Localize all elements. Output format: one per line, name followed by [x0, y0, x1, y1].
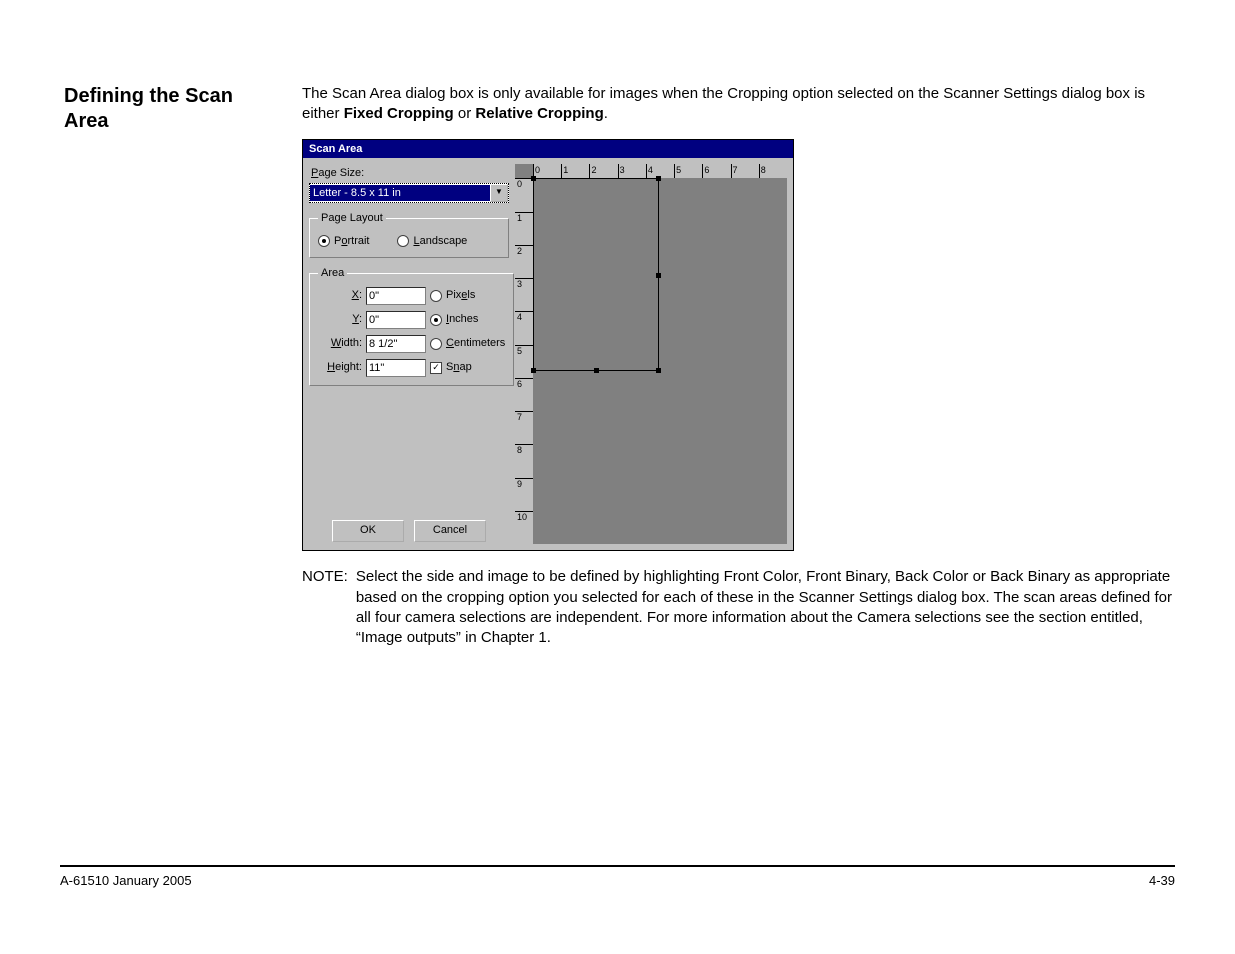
centimeters-label: Centimeters	[446, 336, 505, 351]
resize-handle[interactable]	[656, 273, 661, 278]
resize-handle[interactable]	[656, 176, 661, 181]
ruler-tick: 5	[515, 345, 533, 378]
ruler-tick: 6	[515, 378, 533, 411]
inches-radio[interactable]: Inches	[430, 312, 505, 327]
ruler-tick: 3	[515, 278, 533, 311]
landscape-radio[interactable]: Landscape	[397, 234, 467, 249]
preview-canvas[interactable]	[533, 178, 787, 544]
area-group: Area X: Pixels Y:	[309, 266, 514, 386]
scan-area-dialog: Scan Area Page Size: ▼ Page Layout	[302, 139, 794, 552]
section-heading: Defining the Scan Area	[64, 84, 274, 134]
portrait-radio[interactable]: Portrait	[318, 234, 369, 249]
radio-icon	[430, 338, 442, 350]
ruler-tick: 8	[759, 164, 787, 178]
ruler-tick: 1	[561, 164, 589, 178]
intro-post: .	[604, 105, 608, 122]
checkbox-icon: ✓	[430, 362, 442, 374]
width-input[interactable]	[366, 335, 426, 353]
resize-handle[interactable]	[531, 368, 536, 373]
ruler-vertical: 0 1 2 3 4 5 6 7 8 9 10	[515, 178, 533, 544]
x-label: X:	[318, 288, 362, 303]
chevron-down-icon[interactable]: ▼	[490, 184, 508, 202]
page-size-input[interactable]	[310, 185, 490, 201]
ruler-tick: 7	[731, 164, 759, 178]
note-block: NOTE: Select the side and image to be de…	[302, 567, 1175, 648]
ruler-tick: 5	[674, 164, 702, 178]
cancel-button[interactable]: Cancel	[414, 520, 486, 542]
resize-handle[interactable]	[531, 176, 536, 181]
resize-handle[interactable]	[594, 368, 599, 373]
ruler-tick: 10	[515, 511, 533, 544]
ruler-tick: 2	[589, 164, 617, 178]
height-label: Height:	[318, 360, 362, 375]
note-label: NOTE:	[302, 567, 348, 587]
ruler-tick: 4	[515, 311, 533, 344]
height-input[interactable]	[366, 359, 426, 377]
intro-bold2: Relative Cropping	[475, 105, 603, 122]
x-input[interactable]	[366, 287, 426, 305]
page-size-label: Page Size:	[311, 166, 509, 181]
y-label: Y:	[318, 312, 362, 327]
preview-area[interactable]: 0 1 2 3 4 5 6 7 8 0	[515, 164, 787, 544]
landscape-label: Landscape	[413, 234, 467, 249]
snap-label: Snap	[446, 360, 472, 375]
dialog-titlebar: Scan Area	[303, 140, 793, 159]
radio-icon	[397, 235, 409, 247]
selection-rect[interactable]	[533, 178, 659, 370]
footer-left: A-61510 January 2005	[60, 873, 192, 888]
resize-handle[interactable]	[656, 368, 661, 373]
note-text: Select the side and image to be defined …	[356, 567, 1175, 648]
ruler-tick: 0	[515, 178, 533, 211]
pixels-label: Pixels	[446, 288, 475, 303]
ruler-tick: 3	[618, 164, 646, 178]
portrait-label: Portrait	[334, 234, 369, 249]
ok-button[interactable]: OK	[332, 520, 404, 542]
pixels-radio[interactable]: Pixels	[430, 288, 505, 303]
page-layout-group: Page Layout Portrait Landscape	[309, 211, 509, 258]
radio-icon	[430, 290, 442, 302]
footer-right: 4-39	[1149, 873, 1175, 888]
radio-icon	[318, 235, 330, 247]
ruler-tick: 1	[515, 212, 533, 245]
y-input[interactable]	[366, 311, 426, 329]
page-footer: A-61510 January 2005 4-39	[60, 865, 1175, 888]
centimeters-radio[interactable]: Centimeters	[430, 336, 505, 351]
intro-mid: or	[454, 105, 476, 122]
intro-bold1: Fixed Cropping	[344, 105, 454, 122]
page-layout-legend: Page Layout	[318, 211, 386, 226]
radio-icon	[430, 314, 442, 326]
ruler-tick: 9	[515, 478, 533, 511]
ruler-tick: 8	[515, 444, 533, 477]
area-legend: Area	[318, 266, 347, 281]
inches-label: Inches	[446, 312, 478, 327]
intro-paragraph: The Scan Area dialog box is only availab…	[302, 84, 1175, 125]
ruler-tick: 0	[533, 164, 561, 178]
width-label: Width:	[318, 336, 362, 351]
snap-checkbox[interactable]: ✓ Snap	[430, 360, 505, 375]
ruler-tick: 2	[515, 245, 533, 278]
ruler-tick: 6	[702, 164, 730, 178]
page-size-combo[interactable]: ▼	[309, 183, 509, 203]
ruler-tick: 7	[515, 411, 533, 444]
